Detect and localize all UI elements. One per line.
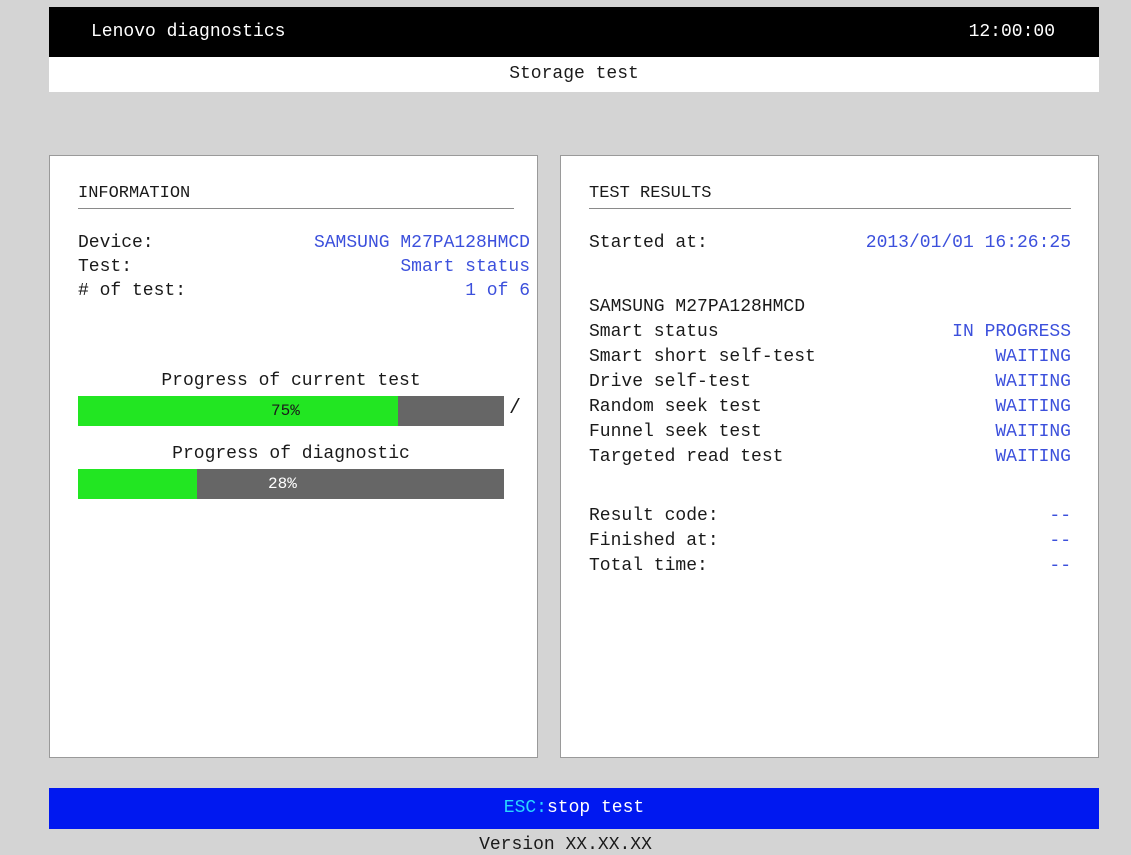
summary-row-finished-at: Finished at: -- <box>589 529 1071 553</box>
summary-label: Finished at: <box>589 531 719 551</box>
test-row: Funnel seek test WAITING <box>589 420 1071 444</box>
started-at-label: Started at: <box>589 233 708 253</box>
diagnostic-progress-title: Progress of diagnostic <box>172 444 410 464</box>
test-status: WAITING <box>995 422 1071 442</box>
started-at-value: 2013/01/01 16:26:25 <box>865 233 1071 253</box>
title-bar: Lenovo diagnostics 12:00:00 <box>49 7 1099 57</box>
test-row: Random seek test WAITING <box>589 395 1071 419</box>
test-status: WAITING <box>995 447 1071 467</box>
test-status: WAITING <box>995 347 1071 367</box>
current-test-progress-bar: 75% <box>78 396 504 426</box>
info-row-test-count: # of test: 1 of 6 <box>78 279 530 303</box>
diagnostic-progress-bar: 28% <box>78 469 504 499</box>
esc-key-hint: ESC: <box>503 798 547 818</box>
current-test-progress-title: Progress of current test <box>161 371 421 391</box>
current-test-progress-fill <box>78 396 398 426</box>
stop-test-label: stop test <box>547 798 645 818</box>
info-value: SAMSUNG M27PA128HMCD <box>313 233 530 253</box>
info-value: 1 of 6 <box>465 281 530 301</box>
info-label: Device: <box>78 233 154 253</box>
test-name: Random seek test <box>589 397 762 417</box>
test-name: Targeted read test <box>589 447 784 467</box>
device-name: SAMSUNG M27PA128HMCD <box>589 297 806 317</box>
info-label: # of test: <box>78 281 187 301</box>
test-name: Funnel seek test <box>589 422 762 442</box>
summary-label: Total time: <box>589 556 708 576</box>
summary-row-result-code: Result code: -- <box>589 504 1071 528</box>
test-results-heading: TEST RESULTS <box>589 184 1071 209</box>
test-status: IN PROGRESS <box>952 322 1071 342</box>
diagnostic-progress-text: 28% <box>268 475 297 493</box>
summary-value: -- <box>1049 506 1071 526</box>
diagnostic-progress-fill <box>78 469 198 499</box>
clock: 12:00:00 <box>968 22 1055 42</box>
info-row-test: Test: Smart status <box>78 255 530 279</box>
information-panel: INFORMATION Device: SAMSUNG M27PA128HMCD… <box>49 155 538 758</box>
activity-spinner: / <box>509 397 522 420</box>
info-row-device: Device: SAMSUNG M27PA128HMCD <box>78 231 530 255</box>
test-name: Smart status <box>589 322 719 342</box>
test-row: Targeted read test WAITING <box>589 445 1071 469</box>
test-name: Smart short self-test <box>589 347 816 367</box>
summary-row-total-time: Total time: -- <box>589 554 1071 578</box>
test-status: WAITING <box>995 372 1071 392</box>
info-label: Test: <box>78 257 133 277</box>
summary-value: -- <box>1049 556 1071 576</box>
information-heading: INFORMATION <box>78 184 514 209</box>
device-name-row: SAMSUNG M27PA128HMCD <box>589 295 1071 319</box>
current-test-progress-text: 75% <box>271 402 300 420</box>
stop-test-bar[interactable]: ESC:stop test <box>49 788 1099 829</box>
test-row: Smart status IN PROGRESS <box>589 320 1071 344</box>
version-label: Version XX.XX.XX <box>479 835 652 855</box>
started-at-row: Started at: 2013/01/01 16:26:25 <box>589 231 1071 255</box>
test-row: Smart short self-test WAITING <box>589 345 1071 369</box>
test-results-panel: TEST RESULTS Started at: 2013/01/01 16:2… <box>560 155 1099 758</box>
page-subtitle: Storage test <box>49 57 1099 92</box>
app-title: Lenovo diagnostics <box>91 22 286 42</box>
summary-label: Result code: <box>589 506 719 526</box>
test-status: WAITING <box>995 397 1071 417</box>
summary-value: -- <box>1049 531 1071 551</box>
test-name: Drive self-test <box>589 372 752 392</box>
info-value: Smart status <box>400 257 530 277</box>
test-row: Drive self-test WAITING <box>589 370 1071 394</box>
